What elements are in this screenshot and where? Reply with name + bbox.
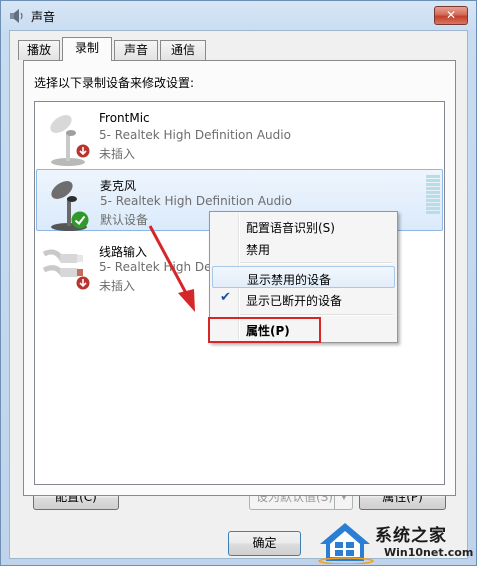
device-status: 默认设备 [100,213,149,227]
watermark-title: 系统之家 [375,526,447,546]
microphone-icon [50,115,85,166]
sound-dialog-window: 声音 ✕ 播放 录制 声音 通信 选择以下录制设备来修改设置: FrontMic… [0,0,477,566]
watermark-url: Win10net.com [384,546,474,559]
house-logo-icon [318,523,374,564]
menu-separator [240,262,393,264]
device-item-frontmic[interactable]: FrontMic 5- Realtek High Definition Audi… [36,104,443,166]
unplugged-badge-icon [76,276,90,290]
line-in-cable-icon [42,249,83,277]
device-driver: 5- Realtek High Definition Audio [99,128,291,142]
window-title: 声音 [31,10,56,24]
menu-item-disable[interactable]: 禁用 [212,237,395,259]
speaker-icon [10,9,23,23]
input-level-meter [426,175,440,217]
annotation-highlight-box [208,317,321,343]
device-name: 线路输入 [99,245,148,259]
menu-item-label: 配置语音识别(S) [246,221,335,235]
tab-recording[interactable]: 录制 [62,37,112,61]
tab-sounds[interactable]: 声音 [114,40,158,60]
tab-playback[interactable]: 播放 [18,40,60,60]
ok-button[interactable]: 确定 [228,531,301,556]
tab-communications[interactable]: 通信 [160,40,206,60]
menu-item-label: 禁用 [246,243,271,257]
watermark: 系统之家 Win10net.com [310,518,477,566]
instruction-text: 选择以下录制设备来修改设置: [34,76,195,90]
device-status: 未插入 [99,147,136,161]
menu-item-show-disconnected[interactable]: ✔ 显示已断开的设备 [212,288,395,310]
menu-item-label: 显示已断开的设备 [246,294,343,308]
device-name: FrontMic [99,111,150,125]
unplugged-badge-icon [76,144,90,158]
checkmark-icon: ✔ [220,290,231,305]
device-name: 麦克风 [100,179,137,193]
menu-item-show-disabled[interactable]: 显示禁用的设备 [212,266,395,288]
menu-item-configure-speech[interactable]: 配置语音识别(S) [212,215,395,237]
menu-separator [240,314,393,316]
device-status: 未插入 [99,279,136,293]
menu-item-label: 显示禁用的设备 [247,273,332,287]
microphone-icon [51,181,87,231]
close-button[interactable]: ✕ [434,6,468,25]
title-bar[interactable]: 声音 ✕ [1,1,476,31]
default-check-icon [71,211,89,229]
device-driver: 5- Realtek High Definition Audio [100,194,292,208]
